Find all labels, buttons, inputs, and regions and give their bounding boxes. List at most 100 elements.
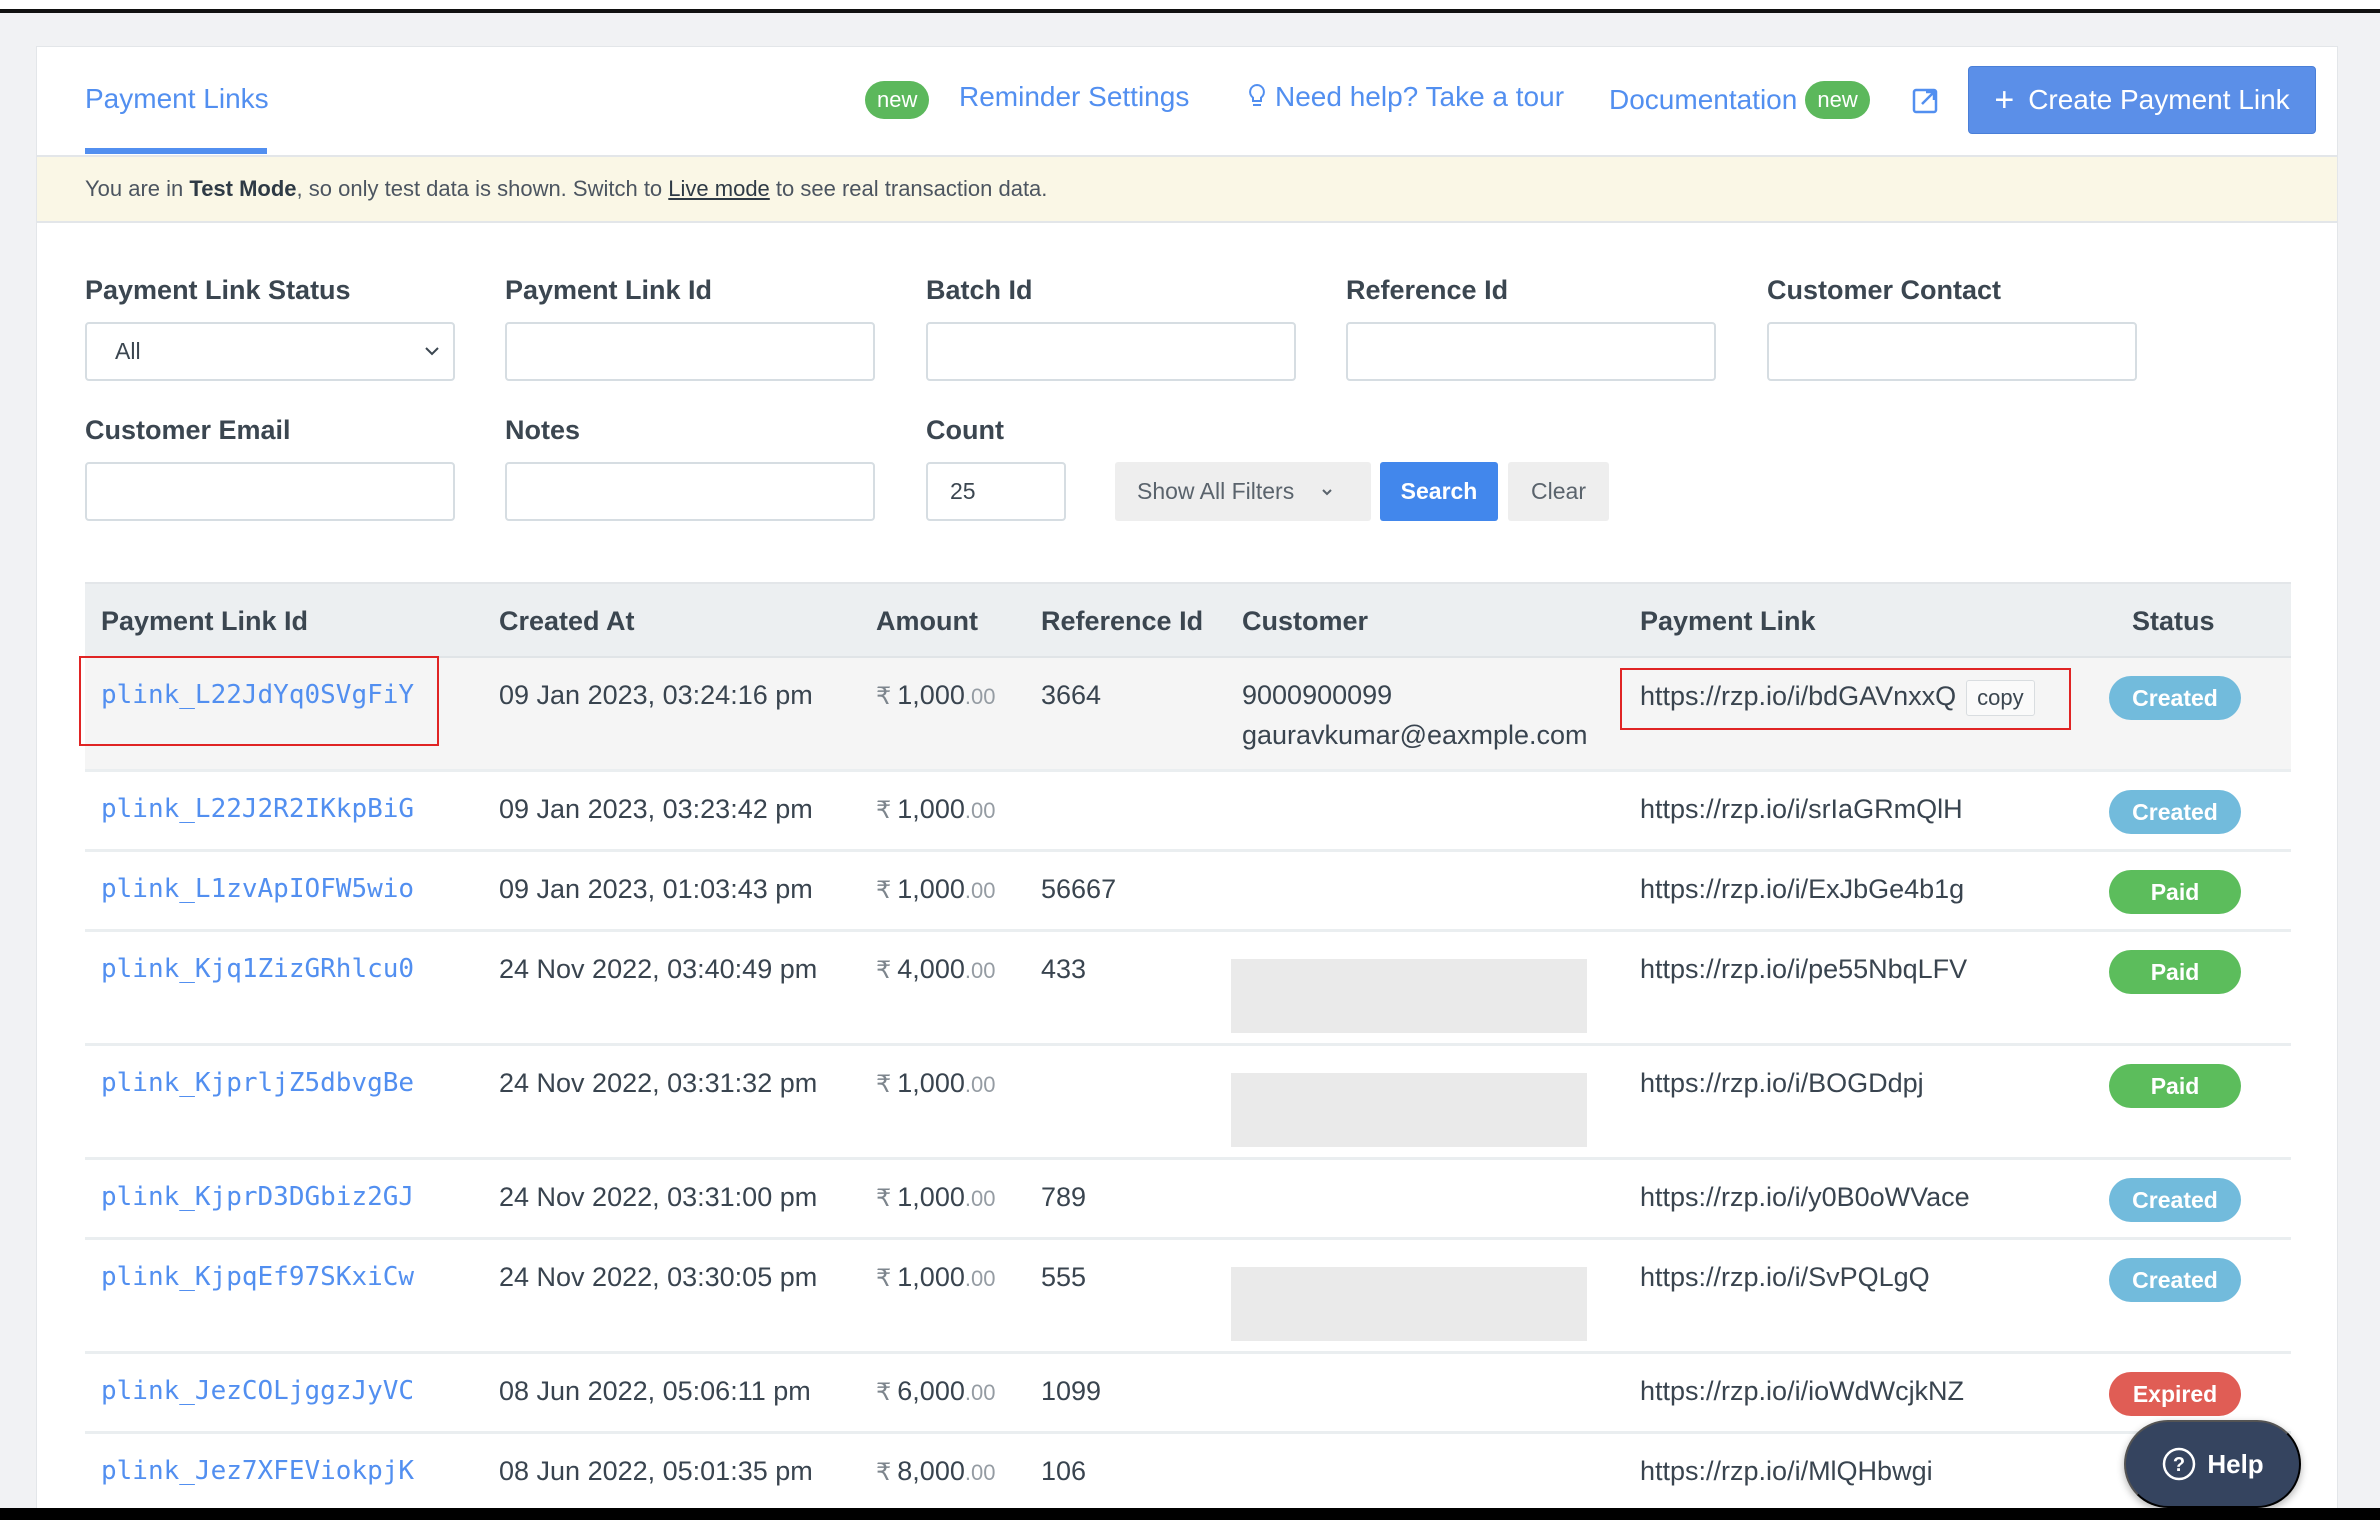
payment-link-url[interactable]: https://rzp.io/i/BOGDdpj bbox=[1640, 1068, 1924, 1099]
amount: ₹1,000.00 bbox=[876, 680, 995, 711]
column-header-created-at: Created At bbox=[499, 606, 635, 636]
payment-link-id[interactable]: plink_KjprD3DGbiz2GJ bbox=[101, 1182, 414, 1212]
payment-link-url[interactable]: https://rzp.io/i/ioWdWcjkNZ bbox=[1640, 1376, 1964, 1407]
reminder-settings-link[interactable]: Reminder Settings bbox=[959, 81, 1189, 113]
create-payment-link-label: Create Payment Link bbox=[2028, 84, 2290, 115]
reference-id: 789 bbox=[1041, 1182, 1087, 1212]
amount: ₹8,000.00 bbox=[876, 1456, 995, 1487]
payment-link-url[interactable]: https://rzp.io/i/y0B0oWVace bbox=[1640, 1182, 1970, 1213]
column-header-amount: Amount bbox=[876, 606, 978, 636]
chevron-down-icon bbox=[1322, 488, 1332, 495]
reference-id-label: Reference Id bbox=[1346, 275, 1509, 305]
table-row[interactable]: plink_L22J2R2IKkpBiG 09 Jan 2023, 03:23:4… bbox=[85, 772, 2291, 852]
amount: ₹1,000.00 bbox=[876, 1068, 995, 1099]
take-tour-link[interactable]: Need help? Take a tour bbox=[1247, 81, 1564, 113]
reference-id-input[interactable] bbox=[1346, 322, 1716, 381]
status-badge: Paid bbox=[2109, 1064, 2241, 1108]
reference-id: 555 bbox=[1041, 1262, 1087, 1292]
payment-link-url[interactable]: https://rzp.io/i/ExJbGe4b1g bbox=[1640, 874, 1964, 905]
batch-id-label: Batch Id bbox=[926, 275, 1033, 305]
documentation-label: Documentation bbox=[1609, 84, 1798, 115]
payment-link-id[interactable]: plink_KjprljZ5dbvgBe bbox=[101, 1068, 414, 1098]
created-at: 24 Nov 2022, 03:30:05 pm bbox=[499, 1262, 818, 1292]
payment-link-text[interactable]: https://rzp.io/i/MlQHbwgi bbox=[1640, 1456, 1933, 1486]
count-input[interactable]: 25 bbox=[926, 462, 1066, 521]
rupee-icon: ₹ bbox=[876, 1071, 892, 1098]
table-body: plink_L22JdYq0SVgFiY 09 Jan 2023, 03:24:1… bbox=[79, 656, 2291, 1514]
status-badge: Created bbox=[2109, 790, 2241, 834]
payment-link-text[interactable]: https://rzp.io/i/BOGDdpj bbox=[1640, 1068, 1924, 1098]
payment-link-url[interactable]: https://rzp.io/i/SvPQLgQ bbox=[1640, 1262, 1930, 1293]
table-row[interactable]: plink_L1zvApIOFW5wio 09 Jan 2023, 01:03:4… bbox=[85, 852, 2291, 932]
amount-value: 1,000 bbox=[897, 1182, 965, 1212]
payment-link-url[interactable]: https://rzp.io/i/srIaGRmQlH bbox=[1640, 794, 1963, 825]
window-top-border bbox=[0, 0, 2380, 13]
notes-input[interactable] bbox=[505, 462, 875, 521]
amount-value: 1,000 bbox=[897, 680, 965, 710]
created-at: 09 Jan 2023, 03:23:42 pm bbox=[499, 794, 813, 824]
table-row[interactable]: plink_Kjq1ZizGRhlcu0 24 Nov 2022, 03:40:4… bbox=[85, 932, 2291, 1046]
take-tour-label: Need help? Take a tour bbox=[1275, 81, 1565, 112]
payment-link-id[interactable]: plink_Jez7XFEViokpjK bbox=[101, 1456, 414, 1486]
documentation-link[interactable]: Documentation new bbox=[1609, 81, 1870, 119]
status-filter-value: All bbox=[115, 338, 141, 364]
reference-id: 3664 bbox=[1041, 680, 1102, 710]
payment-link-text[interactable]: https://rzp.io/i/y0B0oWVace bbox=[1640, 1182, 1970, 1212]
amount: ₹6,000.00 bbox=[876, 1376, 995, 1407]
amount-value: 8,000 bbox=[897, 1456, 965, 1486]
batch-id-input[interactable] bbox=[926, 322, 1296, 381]
payment-link-text[interactable]: https://rzp.io/i/srIaGRmQlH bbox=[1640, 794, 1963, 824]
test-mode-banner: You are in Test Mode, so only test data … bbox=[37, 155, 2337, 223]
table-row[interactable]: plink_JezCOLjggzJyVC 08 Jun 2022, 05:06:1… bbox=[85, 1354, 2291, 1434]
payment-link-url[interactable]: https://rzp.io/i/MlQHbwgi bbox=[1640, 1456, 1933, 1487]
notes-label: Notes bbox=[505, 415, 581, 445]
payment-link-id[interactable]: plink_JezCOLjggzJyVC bbox=[101, 1376, 414, 1406]
payment-link-id[interactable]: plink_L22J2R2IKkpBiG bbox=[101, 794, 414, 824]
show-all-filters-button[interactable]: Show All Filters bbox=[1115, 462, 1371, 521]
svg-text:?: ? bbox=[2173, 1454, 2185, 1476]
external-link-icon[interactable] bbox=[1911, 87, 1939, 115]
payment-link-url[interactable]: https://rzp.io/i/pe55NbqLFV bbox=[1640, 954, 1967, 985]
payment-link-id-input[interactable] bbox=[505, 322, 875, 381]
status-filter-select[interactable]: All bbox=[85, 322, 455, 381]
status-filter-label: Payment Link Status bbox=[85, 275, 351, 305]
payment-link-id[interactable]: plink_Kjq1ZizGRhlcu0 bbox=[101, 954, 414, 984]
help-button[interactable]: ? Help bbox=[2124, 1420, 2301, 1508]
rupee-icon: ₹ bbox=[876, 1459, 892, 1486]
table-row[interactable]: plink_KjpqEf97SKxiCw 24 Nov 2022, 03:30:0… bbox=[85, 1240, 2291, 1354]
lightbulb-icon bbox=[1249, 83, 1265, 106]
customer-contact-input[interactable] bbox=[1767, 322, 2137, 381]
table-row[interactable]: plink_L22JdYq0SVgFiY 09 Jan 2023, 03:24:1… bbox=[79, 656, 2291, 772]
documentation-new-badge: new bbox=[1805, 81, 1870, 119]
amount-value: 6,000 bbox=[897, 1376, 965, 1406]
table-row[interactable]: plink_KjprljZ5dbvgBe 24 Nov 2022, 03:31:3… bbox=[85, 1046, 2291, 1160]
tab-payment-links[interactable]: Payment Links bbox=[85, 83, 269, 115]
customer-email-input[interactable] bbox=[85, 462, 455, 521]
rupee-icon: ₹ bbox=[876, 957, 892, 984]
search-button[interactable]: Search bbox=[1380, 462, 1498, 521]
payment-link-text[interactable]: https://rzp.io/i/ioWdWcjkNZ bbox=[1640, 1376, 1964, 1406]
customer-contact-label: Customer Contact bbox=[1767, 275, 2002, 305]
live-mode-link[interactable]: Live mode bbox=[668, 176, 770, 201]
customer-email-label: Customer Email bbox=[85, 415, 291, 445]
payment-link-id[interactable]: plink_L1zvApIOFW5wio bbox=[101, 874, 414, 904]
customer-placeholder bbox=[1231, 1073, 1587, 1147]
table-row[interactable]: plink_Jez7XFEViokpjK 08 Jun 2022, 05:01:3… bbox=[85, 1434, 2291, 1514]
clear-button[interactable]: Clear bbox=[1508, 462, 1609, 521]
banner-text: You are in bbox=[85, 176, 190, 201]
created-at: 24 Nov 2022, 03:40:49 pm bbox=[499, 954, 818, 984]
payment-link-text[interactable]: https://rzp.io/i/ExJbGe4b1g bbox=[1640, 874, 1964, 904]
status-badge: Created bbox=[2109, 676, 2241, 720]
amount-decimals: .00 bbox=[964, 1266, 996, 1291]
plus-icon: + bbox=[1994, 81, 2015, 119]
amount: ₹4,000.00 bbox=[876, 954, 995, 985]
create-payment-link-button[interactable]: + Create Payment Link bbox=[1968, 66, 2316, 134]
payment-link-text[interactable]: https://rzp.io/i/SvPQLgQ bbox=[1640, 1262, 1930, 1292]
column-header-status: Status bbox=[2132, 606, 2215, 636]
amount-value: 1,000 bbox=[897, 1068, 965, 1098]
payment-link-text[interactable]: https://rzp.io/i/pe55NbqLFV bbox=[1640, 954, 1967, 984]
table-row[interactable]: plink_KjprD3DGbiz2GJ 24 Nov 2022, 03:31:0… bbox=[85, 1160, 2291, 1240]
created-at: 08 Jun 2022, 05:01:35 pm bbox=[499, 1456, 813, 1486]
status-badge: Paid bbox=[2109, 870, 2241, 914]
payment-link-id[interactable]: plink_KjpqEf97SKxiCw bbox=[101, 1262, 414, 1292]
